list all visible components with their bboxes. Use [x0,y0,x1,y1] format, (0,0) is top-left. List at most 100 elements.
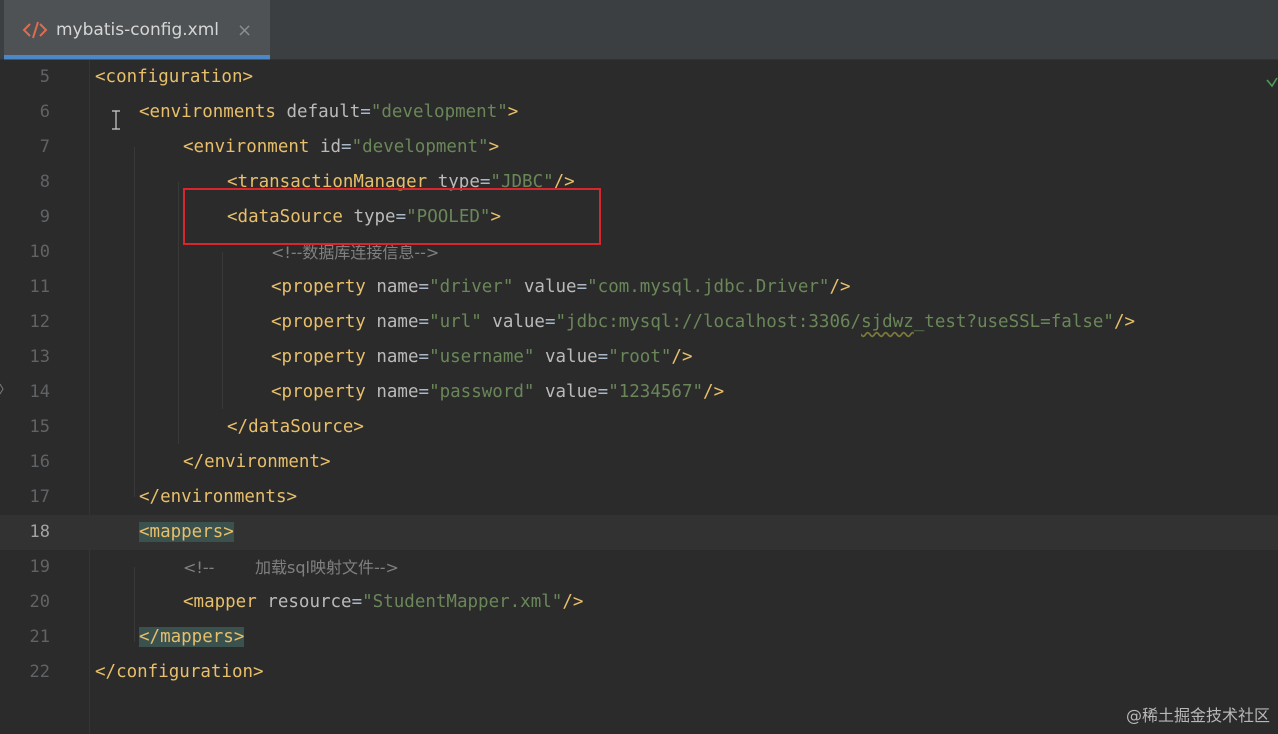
code-line[interactable]: 5 <configuration> [0,60,1278,95]
code-token: "development" [351,137,489,157]
code-token: id [319,137,342,157]
code-token: = [576,277,588,297]
code-text: <environments default="development"> [139,95,518,130]
code-token: resource [267,592,352,612]
code-token: value [544,382,598,402]
code-text: <mapper resource="StudentMapper.xml"/> [183,585,583,620]
code-token: name [376,347,419,367]
code-token: <mappers> [139,522,234,542]
code-line[interactable]: 16 </environment> [0,445,1278,480]
code-line[interactable]: 22 </configuration> [0,655,1278,690]
code-token: > [488,137,500,157]
code-token: <mapper [183,592,268,612]
code-token: "1234567" [608,382,704,402]
code-line[interactable]: 12 <property name="url" value="jdbc:mysql… [0,305,1278,340]
code-token: = [597,347,609,367]
code-token: "root" [608,347,672,367]
text-cursor-icon [112,110,120,130]
code-line[interactable]: 14 <property name="password" value="12345… [0,375,1278,410]
indent-guide [134,147,135,497]
fold-marker-icon [0,383,4,395]
code-token: </mappers> [139,627,245,647]
code-text: </environments> [139,480,297,515]
code-token: value [492,312,545,332]
code-line[interactable]: 15 </dataSource> [0,410,1278,445]
code-line[interactable]: 6 <environments default="development"> [0,95,1278,130]
line-number: 6 [39,102,50,122]
line-number: 12 [29,312,50,332]
code-token: <!--数据库连接信息--> [271,243,440,262]
code-text: <property name="url" value="jdbc:mysql:/… [271,305,1135,340]
code-token: </dataSource> [227,417,364,437]
code-text: <mappers> [139,515,234,550]
code-text: <configuration> [95,60,253,95]
watermark: @稀土掘金技术社区 [1125,706,1270,725]
code-token: = [597,382,609,402]
code-text: <property name="password" value="1234567… [271,375,724,410]
code-token: </environment> [183,452,331,472]
line-number: 18 [29,522,50,542]
editor-tab-bar: mybatis-config.xml × [0,0,1278,60]
code-token: <property [271,382,377,402]
code-token: "com.mysql.jdbc.Driver" [587,277,830,297]
active-tab-indicator [4,55,270,59]
code-token: <property [271,277,377,297]
code-text: <property name="driver" value="com.mysql… [271,270,851,305]
code-token: "driver" [429,277,524,297]
line-number: 19 [29,557,50,577]
code-line[interactable]: 21 </mappers> [0,620,1278,655]
code-token: </environments> [139,487,298,507]
code-token: = [418,277,430,297]
code-text: </configuration> [95,655,264,690]
line-number: 13 [29,347,50,367]
tab-mybatis-config[interactable]: mybatis-config.xml × [4,0,270,60]
code-text: </dataSource> [227,410,364,445]
code-line[interactable]: 20 <mapper resource="StudentMapper.xml"/> [0,585,1278,620]
code-token: <!-- 加载sql映射文件--> [183,558,399,577]
code-token: "url" [429,312,493,332]
check-icon[interactable] [1266,76,1278,90]
code-line[interactable]: 19 <!-- 加载sql映射文件--> [0,550,1278,585]
code-line[interactable]: 18 <mappers> [0,515,1278,550]
code-token: <configuration> [95,67,254,87]
code-token: "username" [429,347,545,367]
code-token: /> [562,592,584,612]
line-number: 11 [29,277,50,297]
code-token: value [544,347,598,367]
code-token: <property [271,347,377,367]
code-token: "development" [370,102,508,122]
code-editor[interactable]: 5 <configuration> 6 <environments default="… [0,60,1278,734]
code-token: name [376,277,419,297]
code-token: = [544,312,556,332]
code-token: /> [1113,312,1136,332]
annotation-highlight-box [183,188,601,245]
code-line[interactable]: 17 </environments> [0,480,1278,515]
code-token: value [523,277,577,297]
code-token: <environments [139,102,287,122]
code-line[interactable]: 13 <property name="username" value="root"… [0,340,1278,375]
code-line[interactable]: 11 <property name="driver" value="com.mys… [0,270,1278,305]
close-icon[interactable]: × [237,20,252,41]
line-number: 9 [39,207,50,227]
code-token: = [341,137,352,157]
code-token: = [351,592,363,612]
code-token: name [376,382,419,402]
code-token: <property [271,312,377,332]
code-token: default [286,102,361,122]
code-token: = [418,347,430,367]
line-number: 8 [39,172,50,192]
line-number: 7 [39,137,50,157]
code-token: /> [829,277,851,297]
code-text: <environment id="development"> [183,130,499,165]
code-line[interactable]: 7 <environment id="development"> [0,130,1278,165]
code-token: = [360,102,371,122]
line-number: 14 [29,382,50,402]
indent-guide [222,252,223,409]
code-token: "StudentMapper.xml" [362,592,563,612]
code-text: <property name="username" value="root"/> [271,340,693,375]
code-text: <!-- 加载sql映射文件--> [183,550,399,585]
code-token: _test?useSSL=false" [913,312,1114,332]
line-number: 10 [29,242,50,262]
xml-code-icon [22,21,48,39]
code-token: /> [671,347,693,367]
